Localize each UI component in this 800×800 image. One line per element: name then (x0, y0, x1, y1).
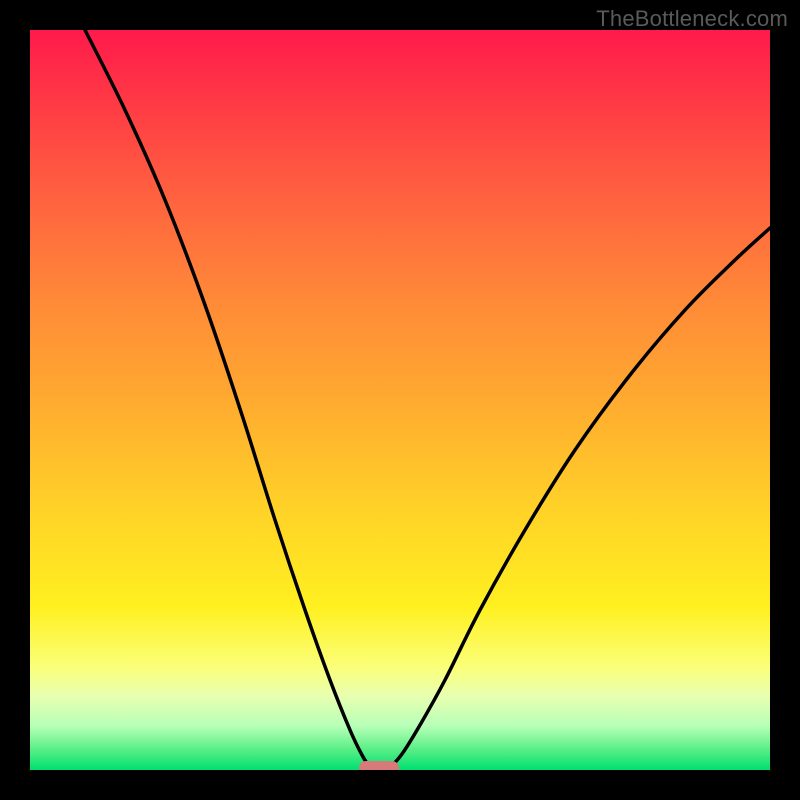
plot-area (30, 30, 770, 770)
bottleneck-curve (85, 30, 770, 770)
minimum-marker (359, 761, 399, 770)
chart-frame: TheBottleneck.com (0, 0, 800, 800)
watermark-text: TheBottleneck.com (596, 6, 788, 32)
curve-layer (30, 30, 770, 770)
